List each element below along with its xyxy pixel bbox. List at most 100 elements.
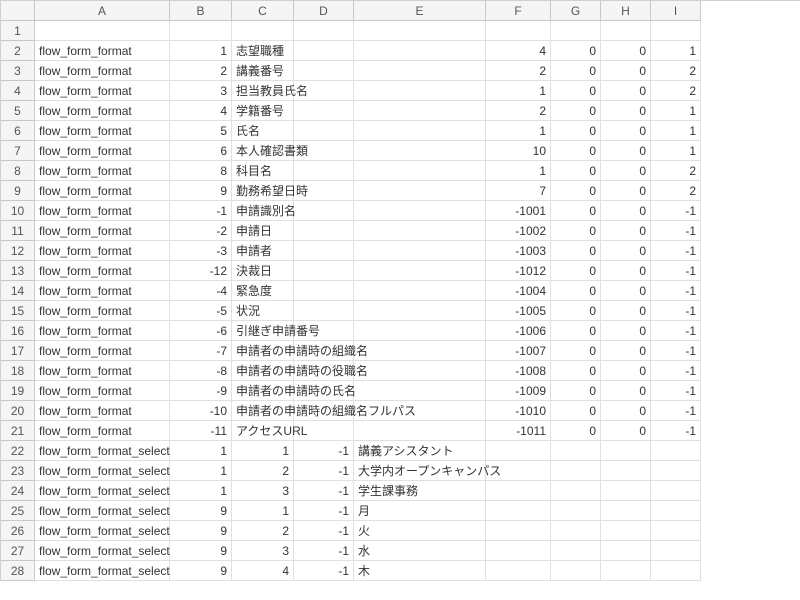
cell-4-F[interactable]: 1 bbox=[486, 81, 551, 101]
cell-9-H[interactable]: 0 bbox=[601, 181, 651, 201]
cell-24-E[interactable]: 学生課事務 bbox=[354, 481, 486, 501]
cell-18-C[interactable]: 申請者の申請時の役職名 bbox=[232, 361, 294, 381]
cell-26-C[interactable]: 2 bbox=[232, 521, 294, 541]
cell-19-F[interactable]: -1009 bbox=[486, 381, 551, 401]
cell-15-D[interactable] bbox=[294, 301, 354, 321]
cell-11-B[interactable]: -2 bbox=[170, 221, 232, 241]
cell-1-F[interactable] bbox=[486, 21, 551, 41]
cell-17-I[interactable]: -1 bbox=[651, 341, 701, 361]
cell-9-E[interactable] bbox=[354, 181, 486, 201]
col-header-E[interactable]: E bbox=[354, 1, 486, 21]
cell-19-G[interactable]: 0 bbox=[551, 381, 601, 401]
cell-27-G[interactable] bbox=[551, 541, 601, 561]
row-header-22[interactable]: 22 bbox=[1, 441, 35, 461]
cell-14-E[interactable] bbox=[354, 281, 486, 301]
corner-cell[interactable] bbox=[1, 1, 35, 21]
cell-21-G[interactable]: 0 bbox=[551, 421, 601, 441]
cell-28-D[interactable]: -1 bbox=[294, 561, 354, 581]
cell-25-B[interactable]: 9 bbox=[170, 501, 232, 521]
cell-23-E[interactable]: 大学内オープンキャンパス bbox=[354, 461, 486, 481]
cell-3-C[interactable]: 講義番号 bbox=[232, 61, 294, 81]
cell-10-G[interactable]: 0 bbox=[551, 201, 601, 221]
cell-15-A[interactable]: flow_form_format bbox=[35, 301, 170, 321]
cell-20-I[interactable]: -1 bbox=[651, 401, 701, 421]
cell-25-G[interactable] bbox=[551, 501, 601, 521]
cell-14-A[interactable]: flow_form_format bbox=[35, 281, 170, 301]
col-header-D[interactable]: D bbox=[294, 1, 354, 21]
cell-13-C[interactable]: 決裁日 bbox=[232, 261, 294, 281]
cell-24-I[interactable] bbox=[651, 481, 701, 501]
cell-10-I[interactable]: -1 bbox=[651, 201, 701, 221]
cell-1-G[interactable] bbox=[551, 21, 601, 41]
cell-25-C[interactable]: 1 bbox=[232, 501, 294, 521]
cell-18-I[interactable]: -1 bbox=[651, 361, 701, 381]
cell-24-D[interactable]: -1 bbox=[294, 481, 354, 501]
cell-27-F[interactable] bbox=[486, 541, 551, 561]
cell-21-A[interactable]: flow_form_format bbox=[35, 421, 170, 441]
cell-1-A[interactable] bbox=[35, 21, 170, 41]
cell-18-B[interactable]: -8 bbox=[170, 361, 232, 381]
cell-25-A[interactable]: flow_form_format_select bbox=[35, 501, 170, 521]
cell-8-C[interactable]: 科目名 bbox=[232, 161, 294, 181]
cell-3-B[interactable]: 2 bbox=[170, 61, 232, 81]
cell-22-G[interactable] bbox=[551, 441, 601, 461]
cell-9-I[interactable]: 2 bbox=[651, 181, 701, 201]
cell-5-I[interactable]: 1 bbox=[651, 101, 701, 121]
cell-15-C[interactable]: 状況 bbox=[232, 301, 294, 321]
cell-20-G[interactable]: 0 bbox=[551, 401, 601, 421]
cell-12-E[interactable] bbox=[354, 241, 486, 261]
cell-22-E[interactable]: 講義アシスタント bbox=[354, 441, 486, 461]
row-header-6[interactable]: 6 bbox=[1, 121, 35, 141]
cell-2-B[interactable]: 1 bbox=[170, 41, 232, 61]
cell-3-A[interactable]: flow_form_format bbox=[35, 61, 170, 81]
row-header-9[interactable]: 9 bbox=[1, 181, 35, 201]
cell-23-A[interactable]: flow_form_format_select bbox=[35, 461, 170, 481]
cell-8-G[interactable]: 0 bbox=[551, 161, 601, 181]
col-header-H[interactable]: H bbox=[601, 1, 651, 21]
cell-23-H[interactable] bbox=[601, 461, 651, 481]
row-header-20[interactable]: 20 bbox=[1, 401, 35, 421]
cell-8-F[interactable]: 1 bbox=[486, 161, 551, 181]
row-header-7[interactable]: 7 bbox=[1, 141, 35, 161]
cell-8-D[interactable] bbox=[294, 161, 354, 181]
cell-4-C[interactable]: 担当教員氏名 bbox=[232, 81, 294, 101]
cell-19-C[interactable]: 申請者の申請時の氏名 bbox=[232, 381, 294, 401]
cell-25-H[interactable] bbox=[601, 501, 651, 521]
cell-7-E[interactable] bbox=[354, 141, 486, 161]
cell-10-F[interactable]: -1001 bbox=[486, 201, 551, 221]
cell-3-G[interactable]: 0 bbox=[551, 61, 601, 81]
cell-4-E[interactable] bbox=[354, 81, 486, 101]
cell-26-G[interactable] bbox=[551, 521, 601, 541]
cell-22-F[interactable] bbox=[486, 441, 551, 461]
cell-17-B[interactable]: -7 bbox=[170, 341, 232, 361]
cell-28-A[interactable]: flow_form_format_select bbox=[35, 561, 170, 581]
cell-21-I[interactable]: -1 bbox=[651, 421, 701, 441]
cell-3-H[interactable]: 0 bbox=[601, 61, 651, 81]
cell-6-G[interactable]: 0 bbox=[551, 121, 601, 141]
cell-18-H[interactable]: 0 bbox=[601, 361, 651, 381]
col-header-F[interactable]: F bbox=[486, 1, 551, 21]
row-header-5[interactable]: 5 bbox=[1, 101, 35, 121]
cell-21-C[interactable]: アクセスURL bbox=[232, 421, 294, 441]
cell-1-I[interactable] bbox=[651, 21, 701, 41]
cell-22-B[interactable]: 1 bbox=[170, 441, 232, 461]
cell-7-A[interactable]: flow_form_format bbox=[35, 141, 170, 161]
cell-7-I[interactable]: 1 bbox=[651, 141, 701, 161]
cell-6-B[interactable]: 5 bbox=[170, 121, 232, 141]
cell-15-G[interactable]: 0 bbox=[551, 301, 601, 321]
row-header-13[interactable]: 13 bbox=[1, 261, 35, 281]
spreadsheet-grid[interactable]: ABCDEFGHI12flow_form_format1志望職種40013flo… bbox=[0, 0, 800, 581]
cell-1-H[interactable] bbox=[601, 21, 651, 41]
cell-22-A[interactable]: flow_form_format_select bbox=[35, 441, 170, 461]
cell-9-G[interactable]: 0 bbox=[551, 181, 601, 201]
row-header-11[interactable]: 11 bbox=[1, 221, 35, 241]
cell-27-H[interactable] bbox=[601, 541, 651, 561]
row-header-24[interactable]: 24 bbox=[1, 481, 35, 501]
cell-16-I[interactable]: -1 bbox=[651, 321, 701, 341]
row-header-12[interactable]: 12 bbox=[1, 241, 35, 261]
cell-13-F[interactable]: -1012 bbox=[486, 261, 551, 281]
cell-3-D[interactable] bbox=[294, 61, 354, 81]
cell-1-D[interactable] bbox=[294, 21, 354, 41]
cell-12-C[interactable]: 申請者 bbox=[232, 241, 294, 261]
cell-1-C[interactable] bbox=[232, 21, 294, 41]
